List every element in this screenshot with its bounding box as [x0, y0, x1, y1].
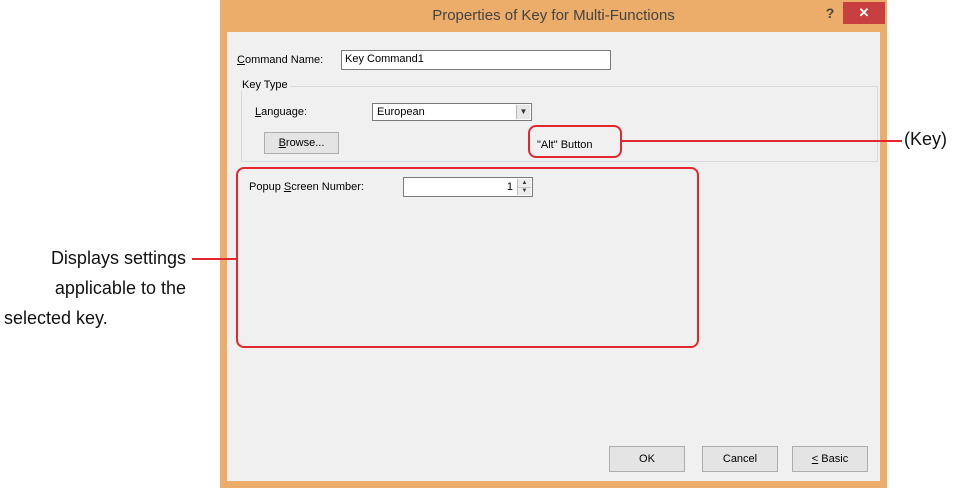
- settings-callout-line3: selected key.: [4, 308, 108, 328]
- command-name-label: Command Name:: [237, 54, 323, 66]
- key-type-group-title: Key Type: [240, 79, 290, 91]
- command-name-hotkey: C: [237, 54, 245, 66]
- settings-highlight-box: [236, 167, 699, 348]
- key-callout-line: [622, 140, 902, 142]
- language-label: Language:: [255, 106, 307, 118]
- settings-callout-label: Displays settings applicable to the sele…: [4, 243, 186, 333]
- language-select[interactable]: European ▼: [372, 103, 532, 121]
- cancel-button[interactable]: Cancel: [702, 446, 778, 472]
- basic-label-text: Basic: [818, 453, 849, 465]
- command-name-label-text: ommand Name:: [244, 54, 324, 66]
- settings-callout-line1: Displays settings: [50, 248, 186, 268]
- key-callout-label: (Key): [904, 129, 948, 149]
- command-name-input[interactable]: Key Command1: [341, 50, 611, 70]
- language-select-value: European: [377, 106, 425, 118]
- browse-label-text: rowse...: [285, 137, 325, 149]
- help-button[interactable]: ?: [818, 4, 842, 22]
- language-label-text: anguage:: [261, 106, 308, 118]
- browse-hotkey: B: [278, 137, 286, 149]
- chevron-down-icon[interactable]: ▼: [516, 105, 530, 119]
- title-bar[interactable]: Properties of Key for Multi-Functions ? …: [220, 0, 887, 32]
- settings-callout-line: [192, 258, 236, 260]
- browse-button[interactable]: Browse...: [264, 132, 339, 154]
- close-button[interactable]: ✕: [843, 2, 885, 24]
- basic-button[interactable]: < Basic: [792, 446, 868, 472]
- settings-callout-line2: applicable to the: [54, 278, 186, 298]
- key-highlight-box: [528, 125, 622, 158]
- ok-button[interactable]: OK: [609, 446, 685, 472]
- dialog-title: Properties of Key for Multi-Functions: [432, 7, 675, 24]
